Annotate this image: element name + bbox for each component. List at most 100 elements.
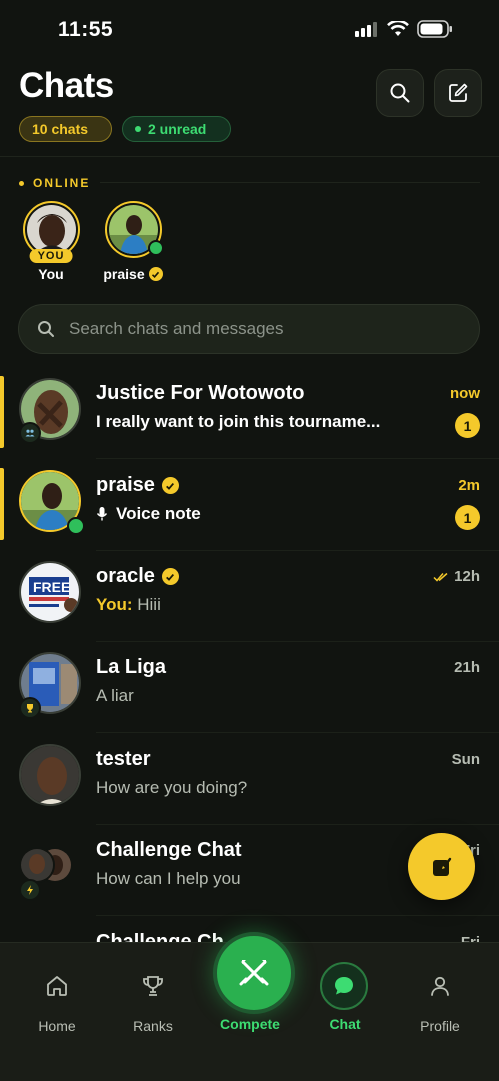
verified-icon: [161, 477, 179, 494]
online-divider: [100, 182, 480, 183]
chat-preview: Voice note: [96, 504, 201, 524]
chat-name: oracle: [96, 565, 179, 588]
you-prefix: You:: [96, 595, 133, 614]
tab-home[interactable]: Home: [17, 972, 97, 1034]
row-divider: [96, 458, 499, 459]
search-bar[interactable]: [18, 304, 480, 354]
chat-time-wrap: 12h: [433, 568, 480, 585]
chat-name: La Liga: [96, 656, 167, 678]
header-divider: [0, 156, 499, 157]
new-chat-fab[interactable]: [408, 833, 475, 900]
chat-time: 2m: [458, 477, 480, 494]
battery-icon: [417, 20, 452, 38]
chat-time: now: [450, 385, 480, 402]
chat-row-praise[interactable]: praise Voice note 2m 1: [0, 460, 499, 551]
tab-ranks[interactable]: Ranks: [113, 972, 193, 1034]
unread-accent-bar: [0, 468, 4, 540]
chat-name: praise: [96, 474, 179, 497]
unread-dot: [135, 126, 141, 132]
trophy-icon: [19, 697, 41, 719]
online-user-name-text: You: [38, 266, 64, 282]
verified-icon: [161, 568, 179, 585]
poster-text: FREE: [33, 579, 70, 595]
page-title: Chats: [19, 66, 114, 105]
chat-name-text: oracle: [96, 565, 155, 587]
double-check-icon: [433, 572, 448, 582]
online-user-name: praise: [98, 266, 168, 282]
search-button[interactable]: [376, 69, 424, 117]
chat-name: Justice For Wotowoto: [96, 382, 305, 404]
tab-profile[interactable]: Profile: [400, 972, 480, 1034]
avatar: FREE: [19, 561, 81, 623]
chats-count-pill: 10 chats: [19, 116, 112, 142]
microphone-icon: [96, 507, 108, 521]
online-user-name-text: praise: [103, 266, 145, 282]
tab-profile-label: Profile: [420, 1018, 460, 1034]
trophy-icon: [113, 972, 193, 1000]
tab-compete-label: Compete: [220, 1016, 280, 1032]
chat-preview: A liar: [96, 686, 134, 705]
crossed-swords-icon: [239, 960, 269, 986]
compose-button[interactable]: [434, 69, 482, 117]
chat-time: 21h: [454, 659, 480, 676]
search-input[interactable]: [67, 318, 451, 340]
chat-preview: I really want to join this tourname...: [96, 412, 381, 431]
chat-row-oracle[interactable]: FREE oracle You: Hiii 12h: [0, 551, 499, 642]
status-time: 11:55: [58, 18, 114, 41]
chat-preview: How are you doing?: [96, 778, 248, 797]
tab-chat[interactable]: [320, 962, 368, 1010]
chat-row-tester[interactable]: tester How are you doing? Sun: [0, 734, 499, 825]
chat-time: Sun: [451, 751, 480, 768]
online-user-name: You: [16, 266, 86, 282]
avatar: [19, 847, 55, 883]
tab-chat-label: Chat: [329, 1016, 361, 1032]
status-icons: [355, 20, 453, 38]
row-divider: [96, 732, 499, 733]
chat-row-justice-for-wotowoto[interactable]: Justice For Wotowoto I really want to jo…: [0, 368, 499, 459]
avatar: [19, 744, 81, 806]
online-user-you[interactable]: YOU You: [16, 201, 86, 282]
chat-name: Challenge Chat: [96, 839, 242, 861]
home-icon: [17, 972, 97, 1000]
chat-time: 12h: [454, 568, 480, 585]
unread-count-label: 2 unread: [148, 121, 207, 137]
avatar-ring: [104, 201, 164, 258]
row-divider: [96, 915, 499, 916]
chat-name-text: praise: [96, 474, 155, 496]
online-user-praise[interactable]: praise: [98, 201, 168, 282]
compose-icon: [432, 857, 451, 876]
unread-badge: 1: [455, 505, 480, 530]
verified-icon: [148, 267, 163, 281]
person-icon: [400, 972, 480, 1000]
online-status-dot: [147, 240, 164, 256]
search-icon: [38, 321, 54, 337]
chat-bubble-icon: [335, 977, 353, 995]
chat-preview: How can I help you: [96, 869, 241, 888]
unread-accent-bar: [0, 376, 4, 448]
chat-row-la-liga[interactable]: La Liga A liar 21h: [0, 642, 499, 733]
chat-preview-text: Voice note: [116, 504, 201, 523]
lightning-icon: [19, 879, 41, 901]
search-icon: [390, 83, 410, 103]
online-label-text: ONLINE: [33, 176, 91, 190]
unread-count-pill: 2 unread: [122, 116, 231, 142]
online-section-label: ONLINE: [19, 176, 90, 190]
chat-preview: You: Hiii: [96, 595, 161, 615]
unread-badge: 1: [455, 413, 480, 438]
compose-icon: [449, 83, 468, 102]
avatar-stack: [19, 847, 73, 883]
avatar: [26, 205, 76, 254]
online-dot: [19, 180, 24, 186]
wifi-icon: [387, 21, 409, 36]
tab-ranks-label: Ranks: [133, 1018, 173, 1034]
online-status-dot: [67, 517, 85, 535]
chat-name: tester: [96, 748, 151, 770]
chat-preview-text: Hiii: [137, 595, 161, 614]
avatar-ring: YOU: [22, 201, 80, 263]
tab-compete-button[interactable]: [213, 932, 295, 1014]
tab-home-label: Home: [38, 1018, 76, 1034]
you-badge: YOU: [29, 249, 73, 263]
group-icon: [19, 422, 41, 444]
signal-icon: [355, 22, 377, 37]
status-bar: 11:55: [0, 0, 499, 60]
